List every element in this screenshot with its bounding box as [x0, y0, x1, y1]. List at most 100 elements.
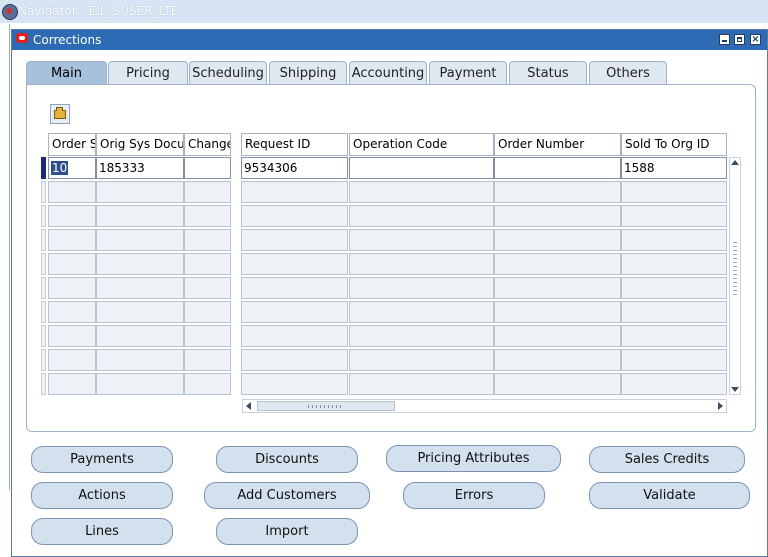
tab-pricing[interactable]: Pricing — [108, 61, 188, 84]
grid-cell[interactable] — [494, 229, 621, 251]
grid-cell[interactable] — [48, 253, 96, 275]
grid-cell[interactable] — [621, 349, 727, 371]
grid-cell[interactable] — [96, 253, 184, 275]
add-customers-button[interactable]: Add Customers — [204, 482, 370, 509]
tab-others[interactable]: Others — [589, 61, 667, 84]
open-folder-button[interactable] — [50, 104, 70, 124]
grid-cell[interactable] — [96, 301, 184, 323]
column-header-order-number[interactable]: Order Number — [494, 133, 621, 156]
errors-button[interactable]: Errors — [403, 482, 545, 509]
column-header-sold-to-org-id[interactable]: Sold To Org ID — [621, 133, 727, 156]
grid-cell[interactable] — [96, 373, 184, 395]
grid-cell[interactable] — [48, 373, 96, 395]
tab-shipping[interactable]: Shipping — [269, 61, 347, 84]
grid-cell[interactable] — [241, 181, 348, 203]
column-header-orig-sys-document[interactable]: Orig Sys Docu — [96, 133, 184, 156]
grid-cell[interactable] — [184, 181, 231, 203]
grid-cell[interactable] — [349, 301, 494, 323]
payments-button[interactable]: Payments — [31, 446, 173, 473]
grid-cell[interactable] — [349, 349, 494, 371]
grid-cell[interactable] — [241, 277, 348, 299]
tab-status[interactable]: Status — [509, 61, 587, 84]
grid-cell[interactable] — [184, 373, 231, 395]
grid-cell[interactable] — [494, 205, 621, 227]
grid-cell[interactable] — [621, 181, 727, 203]
maximize-icon[interactable] — [734, 34, 745, 45]
grid-cell[interactable] — [349, 229, 494, 251]
grid-cell[interactable] — [48, 325, 96, 347]
column-header-order-source[interactable]: Order S — [48, 133, 96, 156]
column-header-operation-code[interactable]: Operation Code — [349, 133, 494, 156]
grid-cell[interactable] — [184, 301, 231, 323]
column-header-request-id[interactable]: Request ID — [241, 133, 348, 156]
grid-cell[interactable] — [241, 325, 348, 347]
grid-cell[interactable]: 10 — [48, 157, 96, 179]
column-header-change[interactable]: Change — [184, 133, 231, 156]
row-indicator[interactable] — [41, 301, 46, 323]
row-indicator[interactable] — [41, 325, 46, 347]
close-icon[interactable]: × — [750, 34, 761, 45]
scroll-up-icon[interactable] — [731, 160, 739, 165]
row-indicator[interactable] — [41, 157, 46, 179]
grid-cell[interactable] — [494, 277, 621, 299]
grid-cell[interactable] — [184, 277, 231, 299]
minimize-icon[interactable] — [719, 34, 730, 45]
scroll-down-icon[interactable] — [731, 387, 739, 392]
row-indicator[interactable] — [41, 277, 46, 299]
grid-cell[interactable] — [241, 229, 348, 251]
actions-button[interactable]: Actions — [31, 482, 173, 509]
tab-accounting[interactable]: Accounting — [349, 61, 427, 84]
grid-cell[interactable]: 9534306 — [241, 157, 348, 179]
grid-cell[interactable] — [349, 253, 494, 275]
grid-cell[interactable] — [494, 301, 621, 323]
grid-cell[interactable] — [621, 373, 727, 395]
tab-payment[interactable]: Payment — [429, 61, 507, 84]
horizontal-scrollbar[interactable] — [242, 399, 727, 413]
horizontal-scroll-thumb[interactable] — [257, 401, 395, 411]
grid-cell[interactable] — [48, 349, 96, 371]
vertical-scrollbar[interactable] — [729, 157, 741, 395]
grid-cell[interactable] — [241, 373, 348, 395]
scroll-right-icon[interactable] — [718, 402, 723, 410]
grid-cell[interactable] — [48, 181, 96, 203]
grid-cell[interactable] — [241, 349, 348, 371]
grid-cell[interactable] — [494, 253, 621, 275]
lines-button[interactable]: Lines — [31, 518, 173, 545]
import-button[interactable]: Import — [216, 518, 358, 545]
discounts-button[interactable]: Discounts — [216, 446, 358, 473]
row-indicator[interactable] — [41, 373, 46, 395]
grid-cell[interactable] — [494, 157, 621, 179]
grid-cell[interactable]: 185333 — [96, 157, 184, 179]
grid-cell[interactable] — [349, 157, 494, 179]
grid-cell[interactable] — [96, 325, 184, 347]
scroll-left-icon[interactable] — [246, 402, 251, 410]
row-indicator[interactable] — [41, 253, 46, 275]
grid-cell[interactable] — [48, 277, 96, 299]
grid-cell[interactable] — [184, 253, 231, 275]
tab-scheduling[interactable]: Scheduling — [189, 61, 267, 84]
grid-cell[interactable] — [494, 349, 621, 371]
grid-cell[interactable] — [96, 205, 184, 227]
grid-cell[interactable] — [241, 253, 348, 275]
grid-cell[interactable] — [96, 277, 184, 299]
grid-cell[interactable] — [184, 229, 231, 251]
grid-cell[interactable] — [494, 373, 621, 395]
grid-cell[interactable] — [494, 325, 621, 347]
grid-cell[interactable] — [621, 301, 727, 323]
row-indicator[interactable] — [41, 229, 46, 251]
scroll-grip[interactable] — [733, 242, 737, 296]
navigator-title-bar[interactable]: Navigator - EIL_SUSER_LTE — [0, 0, 768, 23]
grid-cell[interactable] — [48, 205, 96, 227]
grid-cell[interactable] — [494, 181, 621, 203]
grid-cell[interactable] — [96, 349, 184, 371]
grid-cell[interactable] — [621, 325, 727, 347]
grid-cell[interactable] — [184, 205, 231, 227]
grid-cell[interactable]: 1588 — [621, 157, 727, 179]
grid-cell[interactable] — [349, 277, 494, 299]
grid-cell[interactable] — [184, 157, 231, 179]
grid-cell[interactable] — [48, 229, 96, 251]
grid-cell[interactable] — [349, 181, 494, 203]
row-indicator[interactable] — [41, 181, 46, 203]
sales-credits-button[interactable]: Sales Credits — [589, 446, 745, 473]
grid-cell[interactable] — [241, 205, 348, 227]
